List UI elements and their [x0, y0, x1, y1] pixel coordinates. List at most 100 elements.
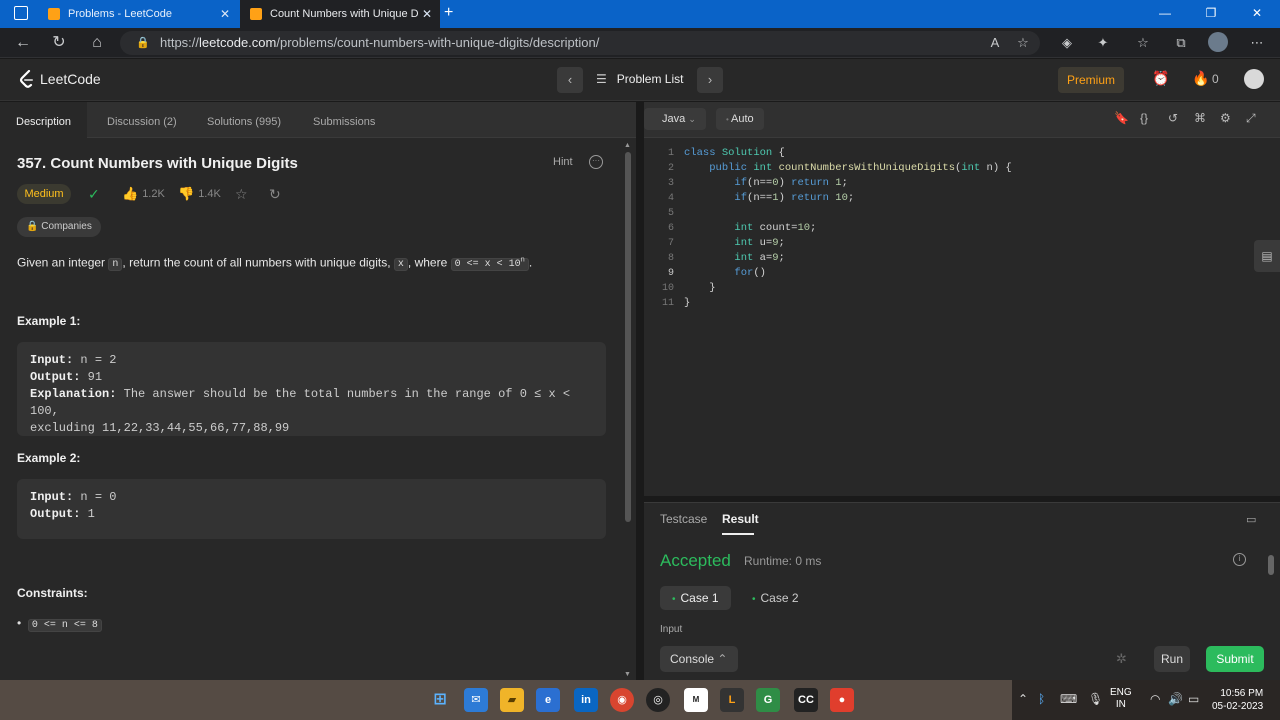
chrome-icon[interactable]: ◉ [610, 688, 634, 712]
scrollbar-thumb[interactable] [625, 152, 631, 522]
browser-tab-problems[interactable]: Problems - LeetCode ✕ [38, 0, 238, 28]
scroll-down-icon[interactable]: ▼ [624, 671, 631, 678]
submit-button[interactable]: Submit [1206, 646, 1264, 672]
code-line[interactable]: int a=9; [684, 251, 1012, 266]
panel-layout-icon[interactable]: ▭ [1246, 513, 1256, 526]
premium-button[interactable]: Premium [1058, 67, 1124, 93]
tab-title: Count Numbers with Unique Dig [270, 8, 418, 20]
tab-discussion[interactable]: Discussion (2) [91, 102, 193, 138]
geeksforgeeks-icon[interactable]: G [756, 688, 780, 712]
tab-result[interactable]: Result [722, 512, 759, 526]
info-icon[interactable]: i [1233, 553, 1246, 566]
codechef-icon[interactable]: CC [794, 688, 818, 712]
favorites-icon[interactable]: ☆ [1134, 34, 1152, 52]
next-problem-button[interactable]: › [697, 67, 723, 93]
streak-fire-icon[interactable]: 🔥 [1192, 70, 1209, 87]
code-line[interactable]: } [684, 281, 1012, 296]
browser-profile-avatar[interactable] [1208, 32, 1228, 52]
input-language[interactable]: ENG IN [1110, 687, 1132, 711]
close-window-icon[interactable]: ✕ [1234, 0, 1280, 28]
show-hidden-icons-icon[interactable]: ⌃ [1018, 692, 1028, 706]
tab-actions-icon[interactable] [14, 6, 28, 20]
share-icon[interactable]: ↻ [269, 186, 281, 203]
scroll-up-icon[interactable]: ▲ [624, 142, 631, 149]
tab-submissions[interactable]: Submissions [297, 102, 391, 138]
debug-bug-icon[interactable]: ✲ [1116, 651, 1127, 667]
close-tab-icon[interactable]: ✕ [422, 7, 432, 21]
favorite-star-icon[interactable]: ☆ [1014, 34, 1032, 52]
range-text: 0 <= x < 10 [454, 259, 521, 271]
extension-icon[interactable]: ◈ [1058, 34, 1076, 52]
mail-app-icon[interactable]: ✉ [464, 688, 488, 712]
settings-gear-icon[interactable]: ⚙ [1220, 111, 1231, 125]
fullscreen-icon[interactable]: ⤢ [1246, 111, 1256, 126]
code-line[interactable] [684, 206, 1012, 221]
case-1-button[interactable]: • Case 1 [660, 586, 731, 610]
collections-icon[interactable]: ⧉ [1172, 34, 1190, 52]
maximize-icon[interactable]: ❐ [1188, 0, 1234, 28]
code-line[interactable]: public int countNumbersWithUniqueDigits(… [684, 161, 1012, 176]
problem-list-button[interactable]: ☰ Problem List [596, 72, 683, 86]
tab-description[interactable]: Description [0, 102, 88, 138]
battery-icon[interactable]: ▭ [1188, 692, 1199, 706]
tab-solutions[interactable]: Solutions (995) [191, 102, 297, 138]
code-line[interactable]: class Solution { [684, 146, 1012, 161]
code-line[interactable]: int count=10; [684, 221, 1012, 236]
file-explorer-icon[interactable]: ▰ [500, 688, 524, 712]
tab-testcase[interactable]: Testcase [660, 512, 707, 526]
result-scrollbar[interactable] [1266, 547, 1276, 637]
edge-browser-icon[interactable]: e [536, 688, 560, 712]
alarm-clock-icon[interactable]: ⏰ [1152, 70, 1169, 87]
like-button[interactable]: 👍 1.2K [122, 186, 165, 202]
description-scrollbar[interactable]: ▲ ▼ [624, 142, 632, 678]
volume-icon[interactable]: 🔊 [1168, 692, 1183, 706]
bookmark-icon[interactable]: 🔖 [1114, 111, 1129, 125]
notes-app-icon[interactable]: M [684, 688, 708, 712]
mode-select[interactable]: • Auto [716, 108, 764, 130]
format-braces-icon[interactable]: {} [1140, 111, 1148, 125]
minimize-icon[interactable]: — [1142, 0, 1188, 28]
microphone-icon[interactable]: 🎙 [1088, 692, 1103, 706]
more-icon[interactable]: ··· [589, 155, 603, 169]
back-arrow-icon[interactable]: ← [12, 32, 34, 54]
wifi-icon[interactable]: ◠ [1150, 692, 1160, 706]
windows-start-icon[interactable]: ⊞ [428, 688, 452, 712]
reset-icon[interactable]: ↺ [1168, 111, 1178, 125]
hint-button[interactable]: Hint [553, 156, 573, 168]
read-aloud-icon[interactable]: A [986, 34, 1004, 52]
scrollbar-thumb[interactable] [1268, 555, 1274, 575]
system-clock[interactable]: 10:56 PM 05-02-2023 [1212, 687, 1263, 713]
more-options-icon[interactable]: ⋯ [1248, 34, 1266, 52]
github-icon[interactable]: ◎ [646, 688, 670, 712]
run-button[interactable]: Run [1154, 646, 1190, 672]
code-line[interactable]: if(n==1) return 10; [684, 191, 1012, 206]
bluetooth-icon[interactable]: ᛒ [1038, 692, 1045, 706]
leetcode-app-icon[interactable]: L [720, 688, 744, 712]
browser-tab-current[interactable]: Count Numbers with Unique Dig ✕ [240, 0, 440, 28]
refresh-icon[interactable]: ↻ [48, 32, 70, 54]
screen-recorder-icon[interactable]: ● [830, 688, 854, 712]
code-line[interactable]: } [684, 296, 1012, 311]
notes-file-icon[interactable]: ▤ [1254, 240, 1280, 272]
address-bar[interactable]: 🔒 https://leetcode.com/problems/count-nu… [120, 31, 1040, 55]
code-line[interactable]: for() [684, 266, 1012, 281]
dislike-button[interactable]: 👎 1.4K [178, 186, 221, 202]
linkedin-icon[interactable]: in [574, 688, 598, 712]
new-tab-plus-icon[interactable]: + [444, 4, 453, 22]
shortcuts-icon[interactable]: ⌘ [1194, 111, 1206, 125]
close-tab-icon[interactable]: ✕ [220, 7, 230, 21]
language-select[interactable]: Java ⌄ [644, 108, 706, 130]
code-line[interactable]: int u=9; [684, 236, 1012, 251]
console-button[interactable]: Console ⌃ [660, 646, 738, 672]
keyboard-icon[interactable]: ⌨ [1060, 692, 1077, 706]
home-icon[interactable]: ⌂ [86, 32, 108, 54]
case-2-button[interactable]: • Case 2 [740, 586, 811, 610]
leetcode-logo[interactable]: LeetCode [18, 70, 101, 88]
prev-problem-button[interactable]: ‹ [557, 67, 583, 93]
puzzle-extensions-icon[interactable]: ✦ [1094, 34, 1112, 52]
user-avatar[interactable] [1244, 69, 1264, 89]
companies-tag[interactable]: 🔒 Companies [17, 217, 101, 237]
code-area[interactable]: class Solution { public int countNumbers… [684, 146, 1012, 311]
code-line[interactable]: if(n==0) return 1; [684, 176, 1012, 191]
star-icon[interactable]: ☆ [235, 186, 248, 203]
